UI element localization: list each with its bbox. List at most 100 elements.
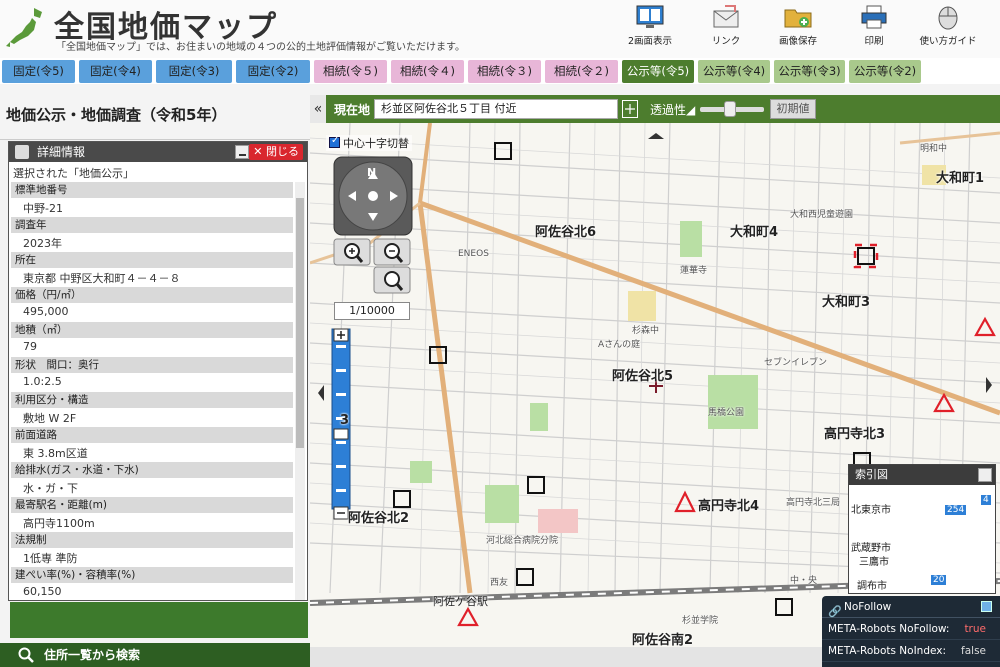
japan-map-logo-icon [6,8,42,47]
dual-screen-button[interactable]: 2画面表示 [620,4,680,54]
area-label: 大和町1 [936,171,985,186]
route-number: 20 [931,575,947,585]
nofollow-extension-panel: 🔗 NoFollow META-Robots NoFollow: true ME… [822,596,1000,667]
poi-label: 蓮華寺 [680,266,708,276]
field-label: 標準地番号 [11,182,293,198]
document-icon [15,145,29,159]
tab-souzoku-r5[interactable]: 相続(令５) [314,60,387,83]
search-icon [18,647,34,663]
index-map-panel[interactable]: 索引図 北東京市 武蔵野市 三鷹市 調布市 254 4 20 [848,464,996,594]
printer-icon [861,5,887,29]
field-value: 敷地 W 2F [23,412,77,425]
checkbox-icon[interactable] [329,135,340,148]
field-value: 1.0:2.5 [23,375,62,388]
print-button[interactable]: 印刷 [844,4,904,54]
poi-label: 杉森中 [632,326,660,336]
detail-window: 詳細情報 ✕ 閉じる 選択された「地価公示」 標準地番号 中野-21 調査年 2… [8,141,308,601]
poi-label: セブンイレブン [764,358,828,368]
poi-label: ENEOS [458,249,489,259]
field-value: 高円寺1100m [23,517,95,530]
poi-label: 中・央 [790,576,818,586]
tab-souzoku-r3[interactable]: 相続(令３) [468,60,541,83]
field-value: 495,000 [23,305,69,318]
minimize-button[interactable] [235,145,249,159]
usage-guide-button[interactable]: 使い方ガイド [918,4,978,54]
field-label: 形状 間口：奥行 [11,357,293,373]
poi-label: 高円寺北三局 [786,498,841,508]
tab-souzoku-r2[interactable]: 相続(令２) [545,60,618,83]
tab-kotei-r2[interactable]: 固定(令2) [236,60,310,83]
field-value: 中野-21 [23,202,63,215]
folder-save-icon [784,9,812,28]
detail-fields: 標準地番号 中野-21 調査年 2023年 所在 東京都 中野区大和町４－４－８… [11,182,293,600]
dual-screen-icon [636,5,664,28]
field-label: 地積（㎡） [11,322,293,338]
field-label: 価格（円/㎡） [11,287,293,303]
minimize-button[interactable] [978,468,992,482]
save-image-button[interactable]: 画像保存 [768,4,828,54]
area-label: 阿佐谷南2 [632,633,694,648]
tab-koji-r4[interactable]: 公示等(令4) [698,60,770,83]
poi-label: 河北総合病院分院 [486,536,559,546]
left-panel-header: 地価公示・地価調査（令和5年） [0,84,310,140]
crosshair-icon [625,104,635,114]
field-label: 所在 [11,252,293,268]
tab-koji-r3[interactable]: 公示等(令3) [774,60,845,83]
field-value: 東京都 中野区大和町４－４－８ [23,272,181,285]
area-label: 大和町4 [730,225,779,240]
field-value: 2023年 [23,237,62,250]
route-number: 4 [981,495,991,505]
tab-koji-r2[interactable]: 公示等(令2) [849,60,921,83]
tab-kotei-r3[interactable]: 固定(令3) [156,60,232,83]
scale-field[interactable]: 1/10000 [334,302,410,320]
noindex-row: META-Robots NoIndex: false [822,640,1000,662]
field-label: 最寄駅名・距離(m) [11,497,293,513]
reset-button[interactable]: 初期値 [770,99,816,119]
selected-note: 選択された「地価公示」 [13,167,134,180]
tab-souzoku-r4[interactable]: 相続(令４) [391,60,464,83]
tab-kotei-r4[interactable]: 固定(令4) [79,60,152,83]
tab-kotei-r5[interactable]: 固定(令5) [2,60,75,83]
field-value: 1低専 準防 [23,552,78,565]
layer-tabs: 固定(令5) 固定(令4) 固定(令3) 固定(令2) 相続(令５) 相続(令４… [0,58,1000,84]
opacity-label: 透過性◢ [650,103,696,117]
index-map-titlebar[interactable]: 索引図 [849,465,995,485]
opacity-slider-handle[interactable] [724,101,736,117]
poi-label: Aさんの庭 [598,340,641,350]
detail-titlebar[interactable]: 詳細情報 ✕ 閉じる [9,142,307,162]
field-value: 79 [23,340,37,353]
field-label: 給排水(ガス・水道・下水) [11,462,293,478]
field-label: 利用区分・構造 [11,392,293,408]
address-search-button[interactable]: 住所一覧から検索 [0,643,310,667]
tab-koji-r5[interactable]: 公示等(令5) [622,60,694,83]
index-label: 調布市 [857,581,887,592]
index-label: 三鷹市 [859,557,889,568]
link-button[interactable]: リンク [696,4,756,54]
area-label: 阿佐谷北6 [535,225,597,240]
mouse-guide-icon [938,6,958,30]
index-label: 北東京市 [851,505,891,516]
field-label: 建ぺい率(%)・容積率(%) [11,567,293,583]
poi-label: 西友 [490,578,509,588]
scroll-thumb[interactable] [296,198,304,448]
app-subtitle: 「全国地価マップ」では、お住まいの地域の４つの公的土地評価情報がご覧いただけます… [56,42,465,53]
location-label: 現在地 [334,103,371,117]
center-crosshair-toggle[interactable]: 中心十字切替 [326,135,412,151]
nofollow-header[interactable]: 🔗 NoFollow [822,596,1000,618]
poi-label: 馬橋公園 [708,408,745,418]
left-panel-footer [10,602,308,638]
nofollow-row: META-Robots NoFollow: true [822,618,1000,640]
minimize-button[interactable] [981,601,992,612]
compass-north-label: N [367,166,377,179]
crosshair-button[interactable] [622,100,638,118]
field-value: 60,150 [23,585,62,598]
link-envelope-icon [713,5,739,28]
collapse-panel-button[interactable]: « [310,95,326,123]
index-label: 武蔵野市 [851,543,891,554]
area-label: 大和町3 [822,295,871,310]
poi-label: 大和西児童遊園 [790,210,854,220]
location-field[interactable]: 杉並区阿佐谷北５丁目 付近 [374,99,618,119]
detail-scrollbar[interactable] [295,182,305,600]
area-label: 高円寺北3 [824,427,886,442]
close-button[interactable]: ✕ 閉じる [249,144,303,160]
